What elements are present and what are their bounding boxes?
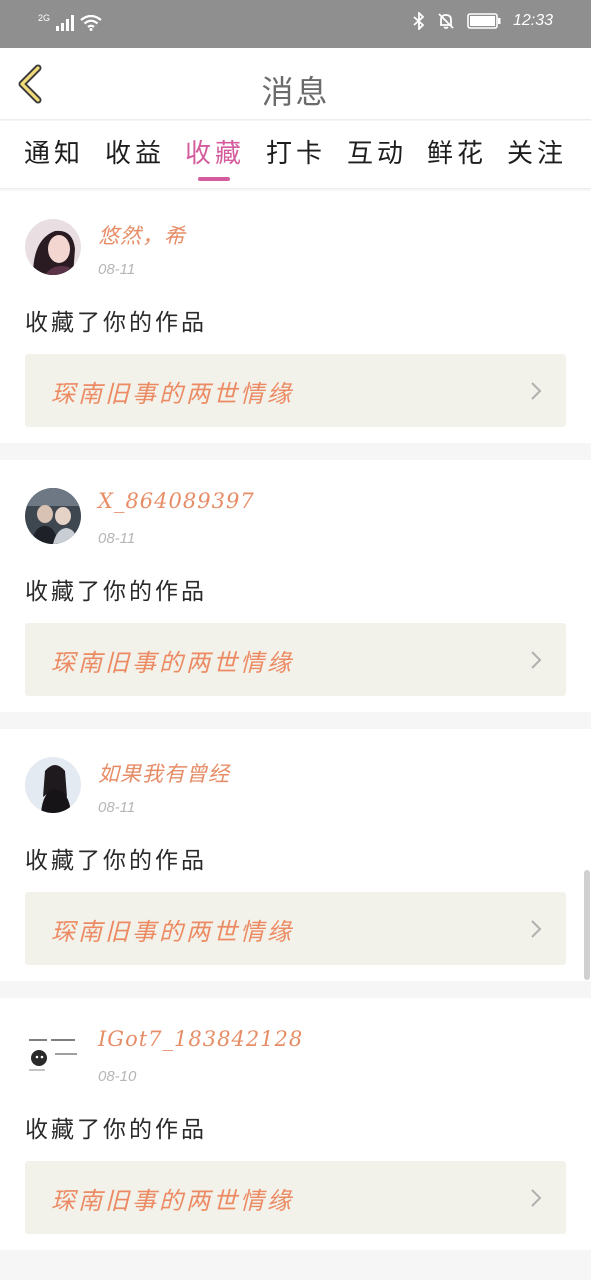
message-card: IGot7_183842128 08-10 收藏了你的作品 琛南旧事的两世情缘 bbox=[0, 998, 591, 1250]
network-type: 2G bbox=[38, 13, 51, 23]
message-date: 08-11 bbox=[98, 261, 136, 278]
signal-icon bbox=[56, 15, 75, 31]
avatar-image bbox=[25, 1026, 81, 1082]
chevron-right-icon bbox=[531, 382, 542, 400]
action-text: 收藏了你的作品 bbox=[25, 579, 207, 605]
tab-interactions[interactable]: 互动 bbox=[347, 133, 407, 177]
work-link[interactable]: 琛南旧事的两世情缘 bbox=[25, 1161, 566, 1234]
tab-flowers[interactable]: 鲜花 bbox=[427, 133, 487, 177]
username[interactable]: 如果我有曾经 bbox=[98, 758, 230, 788]
page-title: 消息 bbox=[261, 73, 330, 111]
tab-notifications[interactable]: 通知 bbox=[24, 133, 84, 177]
message-card: 如果我有曾经 08-11 收藏了你的作品 琛南旧事的两世情缘 bbox=[0, 729, 591, 981]
bluetooth-icon bbox=[413, 12, 425, 30]
message-card: 悠然，希 08-11 收藏了你的作品 琛南旧事的两世情缘 bbox=[0, 191, 591, 443]
chevron-right-icon bbox=[531, 920, 542, 938]
avatar[interactable] bbox=[25, 488, 81, 544]
active-tab-indicator bbox=[198, 177, 230, 181]
tab-checkin[interactable]: 打卡 bbox=[266, 133, 326, 177]
chevron-right-icon bbox=[531, 1189, 542, 1207]
battery-icon bbox=[467, 13, 501, 29]
action-text: 收藏了你的作品 bbox=[25, 310, 207, 336]
username[interactable]: X_864089397 bbox=[98, 489, 255, 513]
tab-bar: 通知 收益 收藏 打卡 互动 鲜花 关注 bbox=[0, 121, 591, 189]
message-date: 08-11 bbox=[98, 530, 136, 547]
work-title: 琛南旧事的两世情缘 bbox=[51, 380, 294, 408]
action-text: 收藏了你的作品 bbox=[25, 1117, 207, 1143]
message-card: X_864089397 08-11 收藏了你的作品 琛南旧事的两世情缘 bbox=[0, 460, 591, 712]
message-date: 08-10 bbox=[98, 1068, 137, 1085]
avatar[interactable] bbox=[25, 1026, 81, 1082]
username[interactable]: 悠然，希 bbox=[98, 220, 186, 250]
avatar-image bbox=[25, 219, 81, 275]
work-title: 琛南旧事的两世情缘 bbox=[51, 1187, 294, 1215]
status-bar: 2G 12:33 bbox=[0, 0, 591, 48]
scrollbar[interactable] bbox=[584, 870, 590, 980]
header-bar: 消息 bbox=[0, 48, 591, 120]
tab-favorites[interactable]: 收藏 bbox=[185, 133, 245, 177]
avatar[interactable] bbox=[25, 757, 81, 813]
work-title: 琛南旧事的两世情缘 bbox=[51, 649, 294, 677]
work-link[interactable]: 琛南旧事的两世情缘 bbox=[25, 892, 566, 965]
tab-earnings[interactable]: 收益 bbox=[105, 133, 165, 177]
work-title: 琛南旧事的两世情缘 bbox=[51, 918, 294, 946]
wifi-icon bbox=[80, 15, 102, 31]
mute-bell-icon bbox=[438, 13, 454, 29]
clock: 12:33 bbox=[512, 12, 553, 29]
work-link[interactable]: 琛南旧事的两世情缘 bbox=[25, 354, 566, 427]
avatar-image bbox=[25, 757, 81, 813]
avatar[interactable] bbox=[25, 219, 81, 275]
message-date: 08-11 bbox=[98, 799, 136, 816]
status-left: 2G bbox=[38, 14, 102, 31]
username[interactable]: IGot7_183842128 bbox=[98, 1027, 303, 1051]
tab-follows[interactable]: 关注 bbox=[507, 133, 567, 177]
chevron-right-icon bbox=[531, 651, 542, 669]
status-right: 12:33 bbox=[413, 12, 553, 30]
work-link[interactable]: 琛南旧事的两世情缘 bbox=[25, 623, 566, 696]
avatar-image bbox=[25, 488, 81, 544]
action-text: 收藏了你的作品 bbox=[25, 848, 207, 874]
